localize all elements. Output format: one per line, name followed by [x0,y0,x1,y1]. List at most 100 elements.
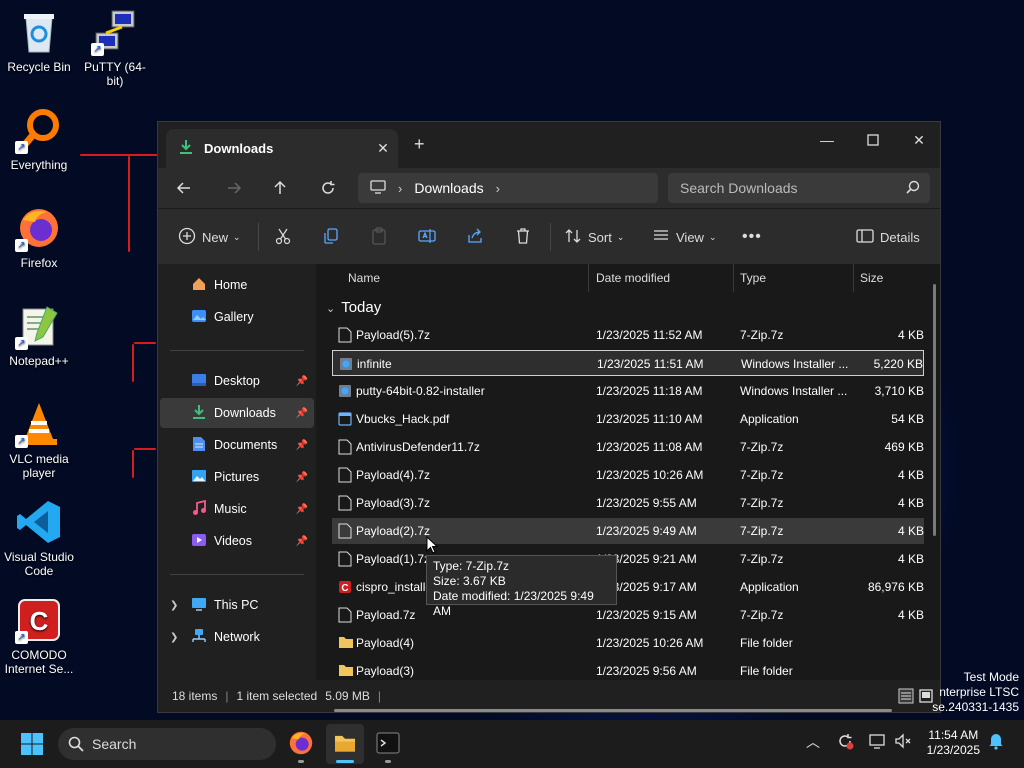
pin-icon[interactable]: 📌 [296,440,308,451]
pin-icon[interactable]: 📌 [296,408,308,419]
column-header-type[interactable]: Type [740,271,766,285]
copy-button[interactable] [322,225,340,249]
network-status-icon[interactable] [868,732,886,753]
view-button[interactable]: View ⌄ [652,225,717,249]
plus-circle-icon [178,227,196,248]
red-marker-stroke [132,450,134,478]
column-divider[interactable] [853,264,854,292]
pin-icon[interactable]: 📌 [296,536,308,547]
vertical-scrollbar[interactable] [933,284,936,536]
search-input[interactable]: Search Downloads [668,173,930,203]
desktop-icon-notepadpp[interactable]: ↗ Notepad++ [2,302,76,368]
new-button[interactable]: New ⌄ [178,225,241,249]
maximize-button[interactable] [850,126,896,154]
details-label: Details [880,229,920,245]
chevron-right-icon[interactable]: › [496,181,500,196]
network-icon [190,628,208,647]
pin-icon[interactable]: 📌 [296,376,308,387]
notification-bell-icon[interactable] [988,732,1004,753]
desktop-icon-vscode[interactable]: Visual Studio Code [2,498,76,578]
volume-muted-icon[interactable] [894,732,912,753]
taskbar-terminal[interactable] [376,732,400,763]
desktop-icon-putty[interactable]: ↗ PuTTY (64-bit) [78,8,152,88]
cut-button[interactable] [274,225,292,249]
column-header-name[interactable]: Name [348,271,380,285]
sidebar-item-documents[interactable]: Documents 📌 [160,430,314,460]
file-row[interactable]: AntivirusDefender11.7z 1/23/2025 11:08 A… [332,434,924,460]
file-row[interactable]: putty-64bit-0.82-installer 1/23/2025 11:… [332,378,924,404]
details-view-icon[interactable] [898,688,914,707]
more-options-button[interactable]: ••• [742,225,762,249]
desktop-icon-vlc[interactable]: ↗ VLC media player [2,400,76,480]
sidebar-item-pictures[interactable]: Pictures 📌 [160,462,314,492]
red-marker-stroke [132,344,134,382]
pin-icon[interactable]: 📌 [296,504,308,515]
sidebar-item-desktop[interactable]: Desktop 📌 [160,366,314,396]
minimize-button[interactable]: — [804,126,850,154]
toolbar-divider [258,223,259,251]
file-row[interactable]: Payload(4).7z 1/23/2025 10:26 AM 7-Zip.7… [332,462,924,488]
taskbar-file-explorer[interactable] [326,724,364,764]
file-row[interactable]: C cispro_installe 1/23/2025 9:17 AM Appl… [332,574,924,600]
chevron-up-icon[interactable]: ︿ [806,732,820,752]
details-pane-button[interactable]: Details [856,225,920,249]
forward-button[interactable] [220,176,248,200]
sidebar-item-videos[interactable]: Videos 📌 [160,526,314,556]
address-bar[interactable]: › Downloads › [358,173,658,203]
delete-button[interactable] [514,225,532,249]
file-row[interactable]: Payload(1).7z 1/23/2025 9:21 AM 7-Zip.7z… [332,546,924,572]
sidebar-item-home[interactable]: Home [160,270,314,300]
group-label: Today [341,299,382,316]
sync-icon[interactable] [836,732,854,753]
file-row[interactable]: Payload(2).7z 1/23/2025 9:49 AM 7-Zip.7z… [332,518,924,544]
file-row[interactable]: Payload(5).7z 1/23/2025 11:52 AM 7-Zip.7… [332,322,924,348]
column-header-date[interactable]: Date modified [596,271,670,285]
desktop-icon-recycle-bin[interactable]: Recycle Bin [2,8,76,74]
folder-row[interactable]: Payload(3) 1/23/2025 9:56 AM File folder [332,658,924,680]
taskbar-clock[interactable]: 11:54 AM 1/23/2025 [927,728,980,758]
file-row[interactable]: Vbucks_Hack.pdf 1/23/2025 11:10 AM Appli… [332,406,924,432]
svg-text:C: C [30,606,49,636]
tab-downloads[interactable]: Downloads ✕ [166,129,398,168]
column-header-size[interactable]: Size [860,271,883,285]
rename-button[interactable] [418,225,436,249]
close-window-button[interactable]: ✕ [896,126,942,154]
column-divider[interactable] [588,264,589,292]
close-tab-icon[interactable]: ✕ [368,140,398,157]
address-segment-downloads[interactable]: Downloads [414,180,483,196]
sidebar-item-network[interactable]: ❯ Network [160,622,314,652]
sidebar-item-this-pc[interactable]: ❯ This PC [160,590,314,620]
file-row[interactable]: Payload.7z 1/23/2025 9:15 AM 7-Zip.7z 4 … [332,602,924,628]
sort-button[interactable]: Sort ⌄ [564,225,624,249]
new-tab-icon[interactable]: + [414,134,425,155]
up-button[interactable] [266,176,294,200]
tab-title: Downloads [204,141,274,156]
refresh-button[interactable] [314,176,342,200]
sidebar-item-music[interactable]: Music 📌 [160,494,314,524]
pin-icon[interactable]: 📌 [296,472,308,483]
file-row[interactable]: infinite 1/23/2025 11:51 AM Windows Inst… [332,350,924,376]
sidebar-item-downloads[interactable]: Downloads 📌 [160,398,314,428]
taskbar-firefox[interactable] [288,730,314,763]
desktop-icon-everything[interactable]: ↗ Everything [2,106,76,172]
desktop-icon-comodo[interactable]: C ↗ COMODO Internet Se... [2,596,76,676]
file-name: Payload(3).7z [356,496,431,510]
mouse-cursor-icon [426,536,438,554]
file-row[interactable]: Payload(3).7z 1/23/2025 9:55 AM 7-Zip.7z… [332,490,924,516]
installer-icon [340,358,352,370]
chevron-right-icon[interactable]: ❯ [170,600,178,611]
share-icon [466,227,484,248]
folder-row[interactable]: Payload(4) 1/23/2025 10:26 AM File folde… [332,630,924,656]
horizontal-scrollbar[interactable] [334,709,892,712]
chevron-right-icon[interactable]: ❯ [170,632,178,643]
vscode-icon [15,498,63,546]
sidebar-item-gallery[interactable]: Gallery [160,302,314,332]
group-header-today[interactable]: ⌄ Today [326,299,381,316]
share-button[interactable] [466,225,484,249]
column-divider[interactable] [733,264,734,292]
back-button[interactable] [170,176,198,200]
start-button[interactable] [20,732,44,759]
taskbar-search[interactable]: Search [58,728,276,760]
paste-button[interactable] [370,225,388,249]
desktop-icon-firefox[interactable]: ↗ Firefox [2,204,76,270]
